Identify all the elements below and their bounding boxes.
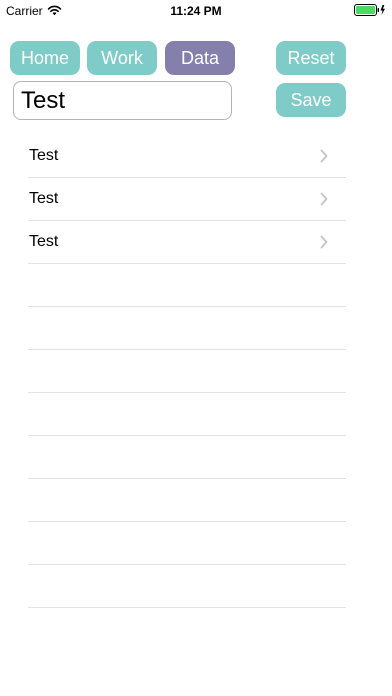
reset-button-label: Reset xyxy=(287,48,335,68)
empty-list-row xyxy=(28,436,346,479)
data-list: Test Test Test xyxy=(28,135,346,608)
list-item[interactable]: Test xyxy=(28,135,346,178)
tab-home[interactable]: Home xyxy=(10,41,80,75)
chevron-right-icon xyxy=(320,235,328,249)
empty-list-row xyxy=(28,393,346,436)
save-button-label: Save xyxy=(290,90,332,110)
clock-time: 11:24 PM xyxy=(170,4,222,18)
chevron-right-icon xyxy=(320,149,328,163)
chevron-right-icon xyxy=(320,192,328,206)
empty-list-row xyxy=(28,565,346,608)
empty-list-row xyxy=(28,307,346,350)
empty-list-row xyxy=(28,264,346,307)
name-input[interactable] xyxy=(13,81,232,120)
empty-list-row xyxy=(28,522,346,565)
list-item[interactable]: Test xyxy=(28,221,346,264)
tab-data-label: Data xyxy=(180,48,220,68)
reset-button[interactable]: Reset xyxy=(276,41,346,75)
list-item-label: Test xyxy=(29,233,59,250)
list-item-label: Test xyxy=(29,190,59,207)
save-button[interactable]: Save xyxy=(276,83,346,117)
screen: Carrier 11:24 PM Home Work Data Reset Sa… xyxy=(0,0,392,696)
tab-work[interactable]: Work xyxy=(87,41,157,75)
empty-list-row xyxy=(28,479,346,522)
tab-work-label: Work xyxy=(101,48,143,68)
tab-home-label: Home xyxy=(20,48,69,68)
empty-list-row xyxy=(28,350,346,393)
list-item-label: Test xyxy=(29,147,59,164)
battery-charging-icon xyxy=(354,4,385,16)
tab-data[interactable]: Data xyxy=(165,41,235,75)
list-item[interactable]: Test xyxy=(28,178,346,221)
status-bar: Carrier 11:24 PM xyxy=(0,0,392,22)
